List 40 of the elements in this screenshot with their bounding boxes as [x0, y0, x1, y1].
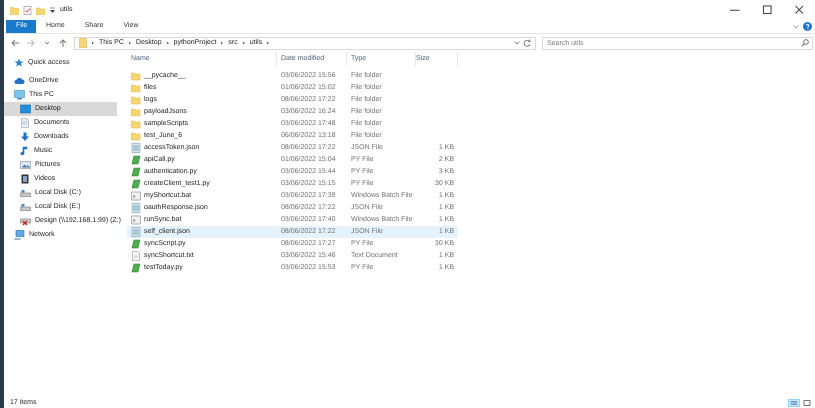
chevron-icon [220, 40, 224, 46]
network-icon [14, 230, 25, 240]
dropdown-icon[interactable] [49, 6, 56, 14]
music-note-icon [20, 146, 30, 156]
close-icon[interactable] [794, 5, 804, 15]
download-arrow-icon [20, 132, 30, 142]
batch-file-icon [131, 191, 141, 201]
folder-icon [10, 6, 19, 14]
maximize-icon[interactable] [762, 5, 772, 15]
text-file-icon [131, 251, 141, 261]
document-icon [20, 118, 30, 128]
up-arrow-icon[interactable] [58, 38, 68, 48]
folder-icon [79, 38, 87, 48]
python-file-icon [131, 263, 141, 273]
details-view-icon[interactable] [788, 399, 800, 407]
cloud-icon [14, 76, 25, 86]
drive-icon [20, 188, 31, 198]
chevron-icon[interactable] [793, 24, 799, 30]
computer-icon [14, 90, 25, 100]
chevron-icon [166, 40, 170, 46]
disconnected-drive-icon [20, 216, 31, 226]
desktop-icon [20, 104, 31, 114]
chevron-icon[interactable] [514, 40, 520, 46]
properties-icon[interactable] [23, 6, 32, 14]
star-icon [14, 58, 24, 68]
batch-file-icon [131, 215, 141, 225]
video-icon [20, 174, 30, 184]
chevron-icon [91, 40, 95, 46]
back-arrow-icon[interactable] [10, 38, 20, 48]
refresh-icon[interactable] [523, 39, 531, 47]
chevron-icon [266, 40, 270, 46]
file-icon [131, 203, 141, 213]
picture-icon [20, 160, 31, 170]
file-icon [131, 143, 141, 153]
chevron-icon [128, 40, 132, 46]
chevron-icon [242, 40, 246, 46]
help-icon[interactable] [802, 22, 812, 31]
file-icon [131, 227, 141, 237]
drive-icon [20, 202, 31, 212]
large-icons-view-icon[interactable] [801, 399, 814, 407]
